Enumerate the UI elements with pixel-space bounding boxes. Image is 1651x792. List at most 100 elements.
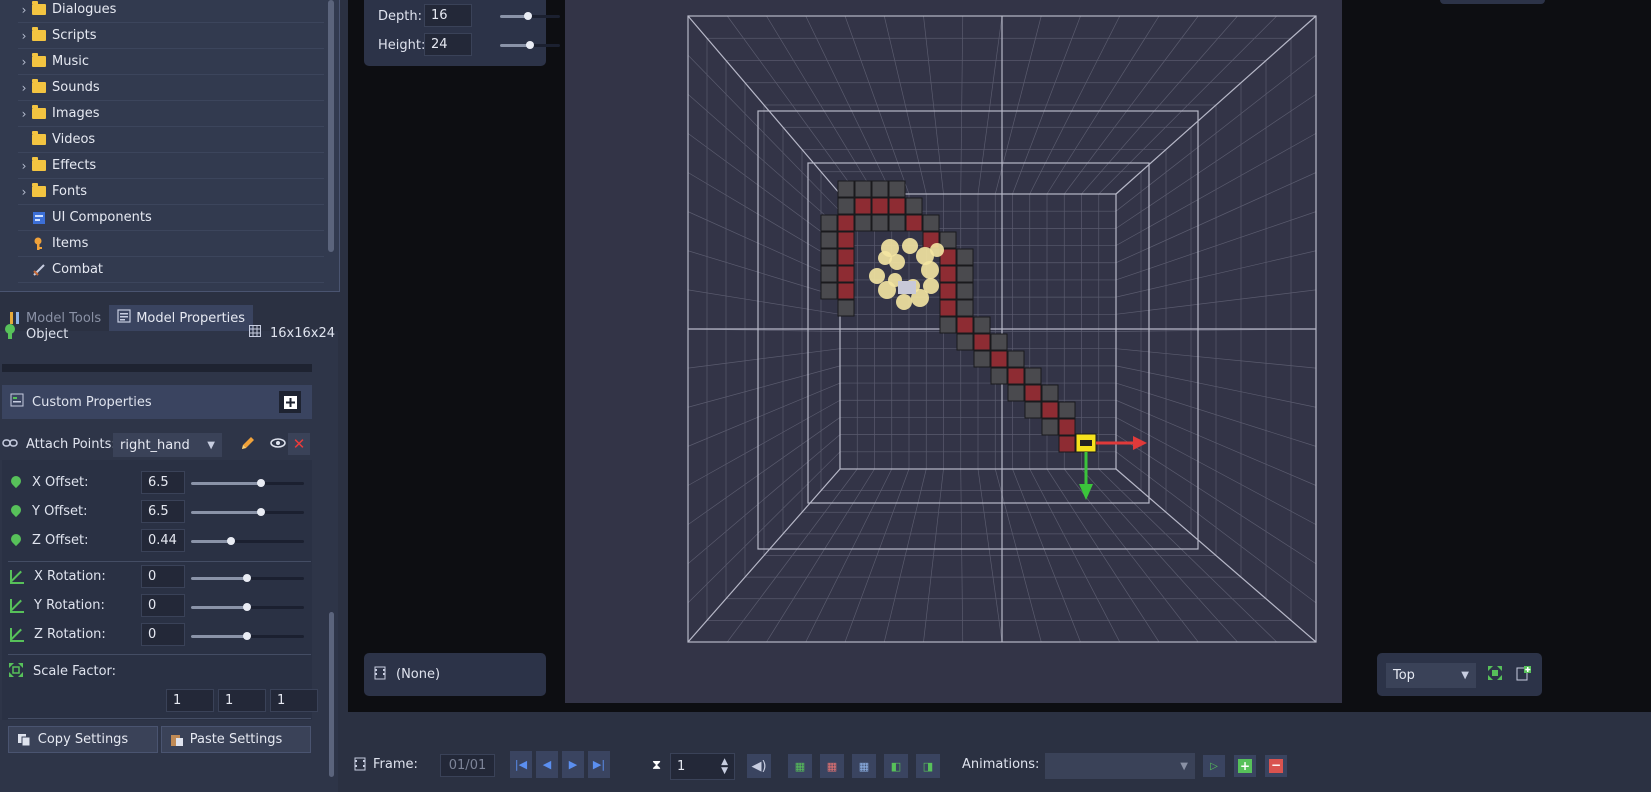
z-offset-label: Z Offset: bbox=[32, 533, 89, 548]
voxel bbox=[1058, 401, 1076, 419]
last-frame-button[interactable]: ▶| bbox=[588, 751, 610, 778]
chevron-right-icon[interactable]: › bbox=[18, 185, 30, 199]
first-frame-button[interactable]: |◀ bbox=[510, 751, 532, 778]
folder-icon bbox=[32, 131, 46, 145]
z-rotation-input[interactable]: 0 bbox=[141, 623, 185, 646]
chevron-right-icon[interactable]: › bbox=[18, 81, 30, 95]
next-frame-button[interactable]: ▶ bbox=[562, 751, 584, 778]
custom-properties-header: Custom Properties bbox=[2, 385, 312, 419]
scale-y-input[interactable]: 1 bbox=[218, 689, 266, 712]
frame-tools: ▦ ▦ ▦ ◧ ◨ bbox=[788, 754, 940, 778]
tree-item-items[interactable]: Items bbox=[18, 231, 324, 257]
y-rotation-slider[interactable] bbox=[191, 603, 304, 611]
depth-slider-knob[interactable] bbox=[524, 12, 532, 20]
speed-input[interactable]: 1 ▲ ▼ bbox=[670, 753, 735, 780]
tree-item-sounds[interactable]: › Sounds bbox=[18, 75, 324, 101]
scale-x-input[interactable]: 1 bbox=[166, 689, 214, 712]
y-rotation-slider-knob[interactable] bbox=[243, 603, 251, 611]
voxel bbox=[820, 214, 838, 232]
height-slider-knob[interactable] bbox=[526, 41, 534, 49]
depth-slider[interactable] bbox=[500, 12, 560, 20]
z-rotation-slider-fill bbox=[191, 635, 248, 638]
x-axis-arrowhead[interactable] bbox=[1133, 436, 1147, 450]
copy-settings-button[interactable]: Copy Settings bbox=[8, 726, 158, 753]
object-size-value: 16x16x24 bbox=[270, 325, 336, 341]
prev-frame-button[interactable]: ◀ bbox=[536, 751, 558, 778]
tree-item-effects[interactable]: › Effects bbox=[18, 153, 324, 179]
animations-select[interactable]: ▼ bbox=[1045, 753, 1195, 779]
mute-button[interactable]: ◀) bbox=[747, 754, 771, 778]
x-offset-slider-knob[interactable] bbox=[257, 479, 265, 487]
voxel bbox=[854, 197, 872, 215]
y-offset-slider-knob[interactable] bbox=[257, 508, 265, 516]
x-rotation-slider-knob[interactable] bbox=[243, 574, 251, 582]
add-animation-button[interactable]: + bbox=[1234, 755, 1256, 777]
chevron-right-icon[interactable]: › bbox=[18, 107, 30, 121]
remove-animation-button[interactable]: − bbox=[1265, 755, 1287, 777]
add-property-button[interactable] bbox=[279, 391, 301, 413]
y-axis-arrowhead[interactable] bbox=[1079, 484, 1093, 500]
scale-z-input[interactable]: 1 bbox=[270, 689, 318, 712]
paste-settings-button[interactable]: Paste Settings bbox=[161, 726, 311, 753]
tree-item-ui-components[interactable]: UI Components bbox=[18, 205, 324, 231]
tree-item-videos[interactable]: Videos bbox=[18, 127, 324, 153]
chevron-right-icon[interactable]: › bbox=[18, 3, 30, 17]
plus-icon: + bbox=[1238, 759, 1252, 773]
z-rotation-slider[interactable] bbox=[191, 632, 304, 640]
y-rotation-input[interactable]: 0 bbox=[141, 594, 185, 617]
delete-attach-point-button[interactable]: ✕ bbox=[288, 433, 310, 455]
chevron-right-icon[interactable]: › bbox=[18, 55, 30, 69]
attach-point-value: right_hand bbox=[120, 437, 190, 453]
add-view-button[interactable] bbox=[1514, 665, 1534, 685]
tree-item-fonts[interactable]: › Fonts bbox=[18, 179, 324, 205]
tree-item-scripts[interactable]: › Scripts bbox=[18, 23, 324, 49]
z-rotation-slider-knob[interactable] bbox=[243, 632, 251, 640]
height-slider[interactable] bbox=[500, 41, 560, 49]
play-animation-button[interactable]: ▷ bbox=[1203, 755, 1225, 777]
chevron-right-icon[interactable]: › bbox=[18, 159, 30, 173]
animation-slot-panel[interactable]: (None) bbox=[364, 653, 546, 696]
3d-viewport[interactable] bbox=[565, 0, 1342, 703]
move-frame-right-button[interactable]: ◨ bbox=[916, 754, 940, 778]
z-offset-input[interactable]: 0.44 bbox=[141, 529, 185, 552]
x-rotation-input[interactable]: 0 bbox=[141, 565, 185, 588]
x-offset-input[interactable]: 6.5 bbox=[141, 471, 185, 494]
height-input[interactable]: 24 bbox=[424, 33, 472, 56]
voxel bbox=[854, 214, 872, 232]
y-offset-input[interactable]: 6.5 bbox=[141, 500, 185, 523]
tree-item-music[interactable]: › Music bbox=[18, 49, 324, 75]
view-select[interactable]: Top ▼ bbox=[1386, 663, 1476, 688]
depth-input[interactable]: 16 bbox=[424, 4, 472, 27]
add-frame-button[interactable]: ▦ bbox=[788, 754, 812, 778]
tree-item-images[interactable]: › Images bbox=[18, 101, 324, 127]
y-offset-slider[interactable] bbox=[191, 508, 304, 516]
fit-view-button[interactable] bbox=[1485, 665, 1505, 685]
eye-icon bbox=[269, 436, 287, 454]
z-offset-slider-knob[interactable] bbox=[227, 537, 235, 545]
voxel bbox=[1007, 350, 1025, 368]
tree-item-combat[interactable]: Combat bbox=[18, 257, 324, 283]
tree-item-dialogues[interactable]: › Dialogues bbox=[18, 0, 324, 23]
x-offset-slider[interactable] bbox=[191, 479, 304, 487]
move-frame-left-button[interactable]: ◧ bbox=[884, 754, 908, 778]
edit-attach-point-button[interactable] bbox=[237, 434, 259, 456]
x-rotation-slider[interactable] bbox=[191, 574, 304, 582]
visibility-attach-point-button[interactable] bbox=[267, 434, 289, 456]
properties-scrollbar[interactable] bbox=[329, 612, 334, 777]
origin-marker[interactable] bbox=[898, 281, 916, 294]
remove-frame-icon: ▦ bbox=[858, 759, 870, 773]
z-offset-slider[interactable] bbox=[191, 537, 304, 545]
voxel bbox=[820, 282, 838, 300]
viewport-canvas[interactable] bbox=[565, 0, 1342, 703]
frame-input[interactable]: 01/01 bbox=[440, 754, 495, 777]
particle bbox=[896, 294, 912, 310]
divider bbox=[8, 718, 311, 719]
chevron-right-icon[interactable]: › bbox=[18, 29, 30, 43]
remove-frame-button[interactable]: ▦ bbox=[852, 754, 876, 778]
attach-point-select[interactable]: right_hand ▼ bbox=[113, 433, 222, 457]
x-offset-slider-fill bbox=[191, 482, 262, 485]
duplicate-frame-button[interactable]: ▦ bbox=[820, 754, 844, 778]
voxel bbox=[871, 197, 889, 215]
tree-scrollbar[interactable] bbox=[328, 0, 334, 252]
object-size: 16x16x24 bbox=[249, 325, 335, 341]
